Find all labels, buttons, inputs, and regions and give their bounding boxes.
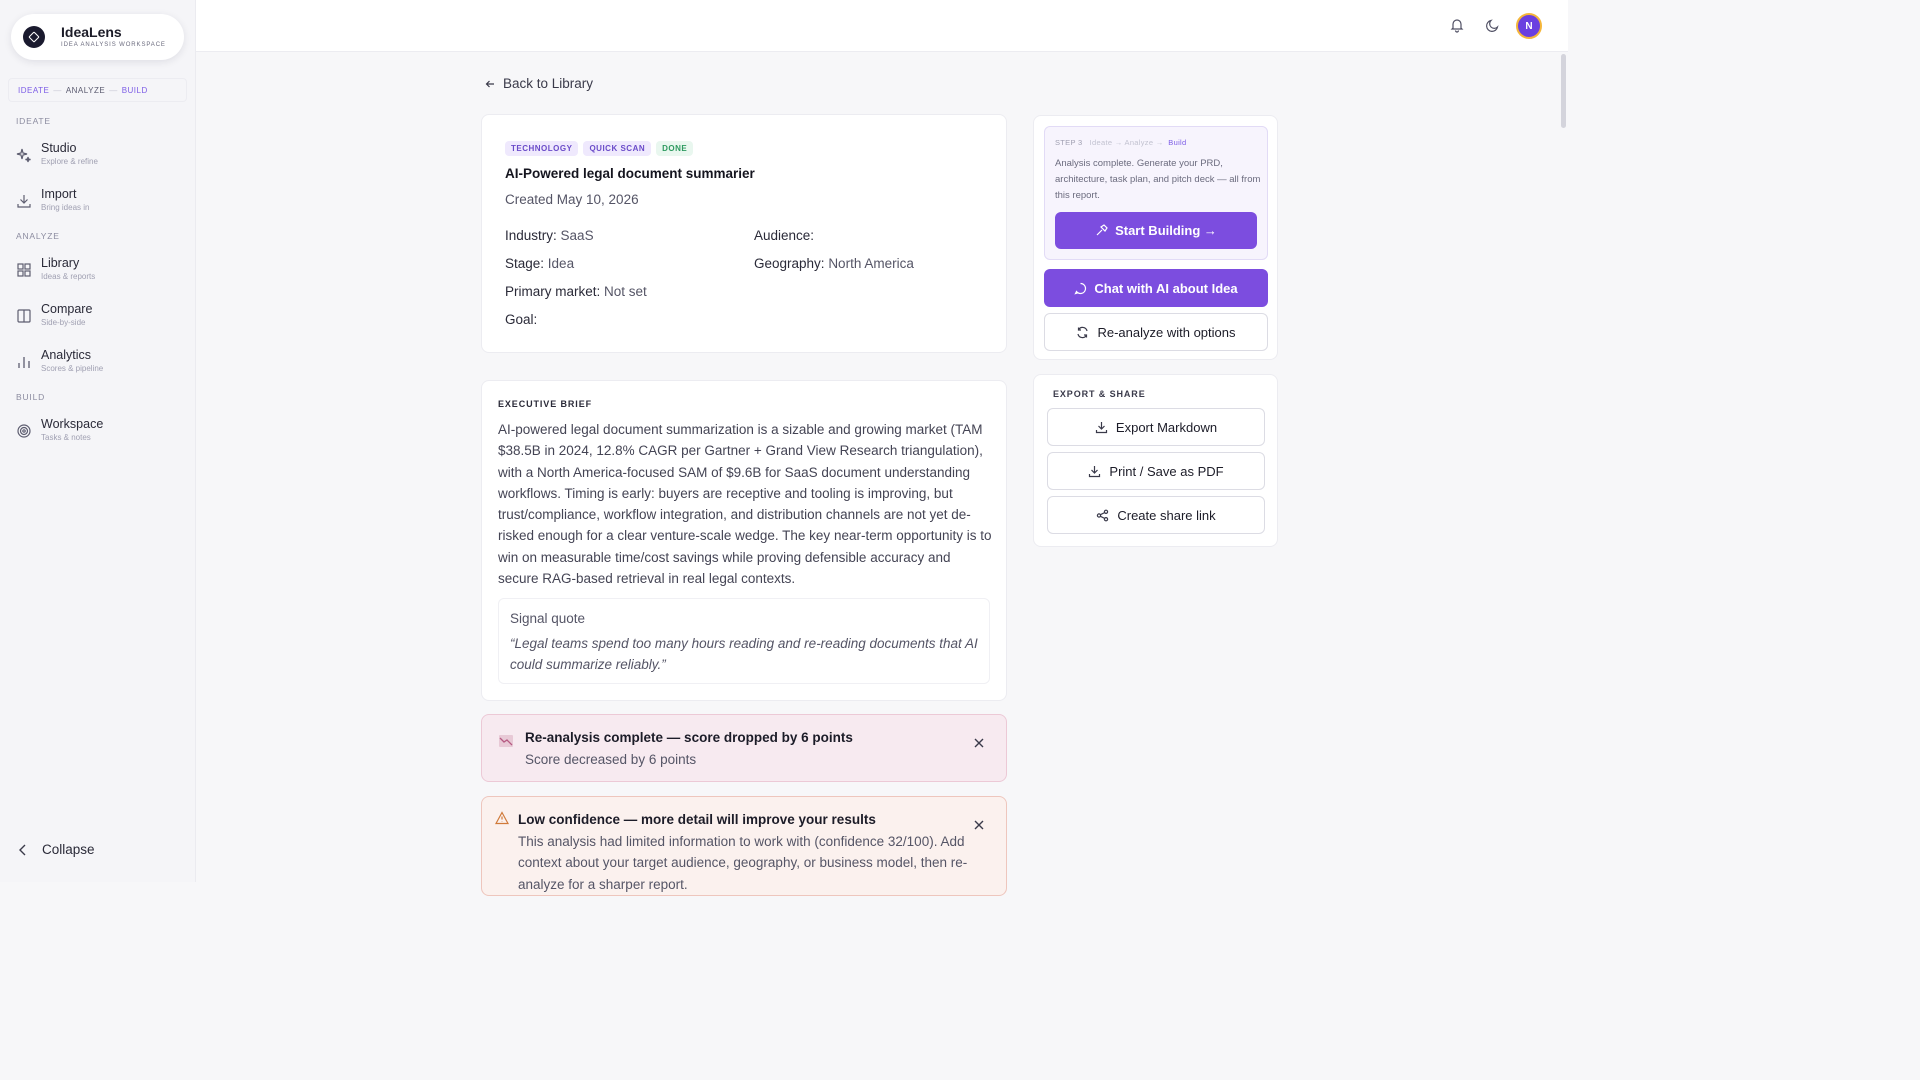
sidebar-item-sub: Scores & pipeline — [41, 364, 104, 373]
chat-bubble-icon — [1074, 282, 1087, 294]
signal-quote-text: “Legal teams spend too many hours readin… — [510, 636, 978, 672]
moon-icon[interactable] — [1485, 17, 1501, 33]
sidebar-item-compare[interactable]: Compare Side-by-side — [16, 302, 186, 336]
idea-title: AI-Powered legal document summarier — [505, 166, 755, 181]
sidebar-item-label: Analytics — [41, 348, 92, 362]
low-confidence-alert: Low confidence — more detail will improv… — [481, 796, 1007, 896]
brand-logo-icon — [23, 26, 45, 48]
bell-icon[interactable] — [1449, 17, 1465, 33]
avatar[interactable]: N — [1516, 13, 1542, 39]
create-share-link-button[interactable]: Create share link — [1047, 496, 1265, 534]
low-confidence-body: This analysis had limited information to… — [518, 834, 968, 892]
sidebar-item-sub: Side-by-side — [41, 318, 86, 327]
step-description: Analysis complete. Generate your PRD, ar… — [1055, 158, 1261, 201]
build-panel: STEP 3 Ideate → Analyze → Build Analysis… — [1033, 115, 1278, 360]
close-icon[interactable] — [973, 819, 985, 831]
sidebar-item-import[interactable]: Import Bring ideas in — [16, 187, 186, 221]
meta-industry: Industry: SaaS — [505, 228, 594, 243]
reanalyze-button[interactable]: Re-analyze with options — [1044, 313, 1268, 351]
section-label-analyze: ANALYZE — [16, 231, 60, 241]
export-share-heading: EXPORT & SHARE — [1053, 389, 1146, 399]
sidebar: IdeaLens IDEA ANALYSIS WORKSPACE IDEATE … — [0, 0, 196, 882]
refresh-icon — [1077, 326, 1089, 338]
download-icon — [1089, 465, 1101, 477]
collapse-label: Collapse — [42, 842, 95, 857]
sidebar-item-sub: Explore & refine — [41, 157, 98, 166]
meta-goal: Goal: — [505, 312, 538, 327]
brand-subtitle: IDEA ANALYSIS WORKSPACE — [61, 42, 166, 48]
meta-audience: Audience: — [754, 228, 815, 243]
executive-brief-card: EXECUTIVE BRIEF AI-powered legal documen… — [481, 380, 1007, 701]
back-to-library-link[interactable]: Back to Library — [485, 76, 593, 91]
executive-brief-body: AI-powered legal document summarization … — [498, 422, 992, 587]
low-confidence-title: Low confidence — more detail will improv… — [518, 812, 876, 827]
badge-quick-scan: QUICK SCAN — [583, 141, 652, 156]
sidebar-item-library[interactable]: Library Ideas & reports — [16, 256, 186, 290]
sidebar-item-analytics[interactable]: Analytics Scores & pipeline — [16, 348, 186, 382]
sidebar-item-sub: Tasks & notes — [41, 433, 91, 442]
export-markdown-button[interactable]: Export Markdown — [1047, 408, 1265, 446]
warning-icon — [495, 811, 509, 825]
step-3-box: STEP 3 Ideate → Analyze → Build Analysis… — [1044, 126, 1268, 260]
brand-name: IdeaLens — [61, 24, 122, 40]
arrow-left-icon — [485, 80, 494, 87]
sidebar-item-label: Compare — [41, 302, 93, 316]
flow-step-build: BUILD — [121, 85, 148, 95]
columns-icon — [17, 309, 31, 323]
sidebar-item-label: Import — [41, 187, 77, 201]
sparkle-icon — [16, 148, 31, 163]
sidebar-item-sub: Ideas & reports — [41, 272, 96, 281]
executive-brief-heading: EXECUTIVE BRIEF — [498, 399, 593, 409]
sidebar-item-sub: Bring ideas in — [41, 203, 90, 212]
meta-primary-market: Primary market: Not set — [505, 284, 647, 299]
workflow-breadcrumb: IDEATE — ANALYZE — BUILD — [8, 78, 187, 102]
sidebar-item-label: Studio — [41, 141, 77, 155]
sidebar-item-studio[interactable]: Studio Explore & refine — [16, 141, 186, 175]
bar-chart-icon — [18, 357, 30, 368]
flow-step-ideate: IDEATE — [18, 85, 50, 95]
reanalysis-alert-body: Score decreased by 6 points — [525, 752, 697, 767]
step-indicator: STEP 3 Ideate → Analyze → Build — [1055, 138, 1187, 147]
start-building-button[interactable]: Start Building → — [1055, 212, 1257, 249]
flow-step-analyze: ANALYZE — [65, 85, 106, 95]
share-icon — [1097, 509, 1109, 521]
signal-quote-box: Signal quote “Legal teams spend too many… — [498, 598, 990, 684]
badge-row: TECHNOLOGY QUICK SCAN DONE — [505, 138, 698, 156]
collapse-button[interactable]: Collapse — [18, 842, 95, 857]
sidebar-item-label: Workspace — [41, 417, 104, 431]
top-bar — [196, 0, 1568, 52]
section-label-build: BUILD — [16, 392, 46, 402]
idea-created-date: Created May 10, 2026 — [505, 192, 639, 207]
target-icon — [17, 424, 31, 438]
trend-down-icon — [499, 735, 513, 747]
back-label: Back to Library — [503, 76, 594, 91]
meta-geography: Geography: North America — [754, 256, 914, 271]
brand-pill[interactable]: IdeaLens IDEA ANALYSIS WORKSPACE — [11, 14, 184, 60]
chat-with-ai-button[interactable]: Chat with AI about Idea — [1044, 269, 1268, 307]
reanalysis-alert: Re-analysis complete — score dropped by … — [481, 714, 1007, 782]
badge-technology: TECHNOLOGY — [505, 141, 579, 156]
export-share-panel: EXPORT & SHARE Export Markdown Print / S… — [1033, 374, 1278, 547]
grid-icon — [17, 263, 31, 277]
hammer-icon — [1096, 224, 1108, 236]
close-icon[interactable] — [973, 737, 985, 749]
download-icon — [17, 195, 31, 208]
download-icon — [1095, 421, 1108, 433]
signal-quote-label: Signal quote — [510, 611, 586, 626]
sidebar-item-label: Library — [41, 256, 80, 270]
sidebar-item-workspace[interactable]: Workspace Tasks & notes — [16, 417, 186, 451]
scrollbar[interactable] — [1561, 54, 1566, 128]
reanalysis-alert-title: Re-analysis complete — score dropped by … — [525, 730, 853, 745]
badge-done: DONE — [656, 141, 694, 156]
meta-stage: Stage: Idea — [505, 256, 575, 271]
idea-summary-card: TECHNOLOGY QUICK SCAN DONE AI-Powered lega… — [481, 114, 1007, 353]
chevron-left-icon — [19, 844, 26, 855]
print-pdf-button[interactable]: Print / Save as PDF — [1047, 452, 1265, 490]
section-label-ideate: IDEATE — [16, 116, 51, 126]
